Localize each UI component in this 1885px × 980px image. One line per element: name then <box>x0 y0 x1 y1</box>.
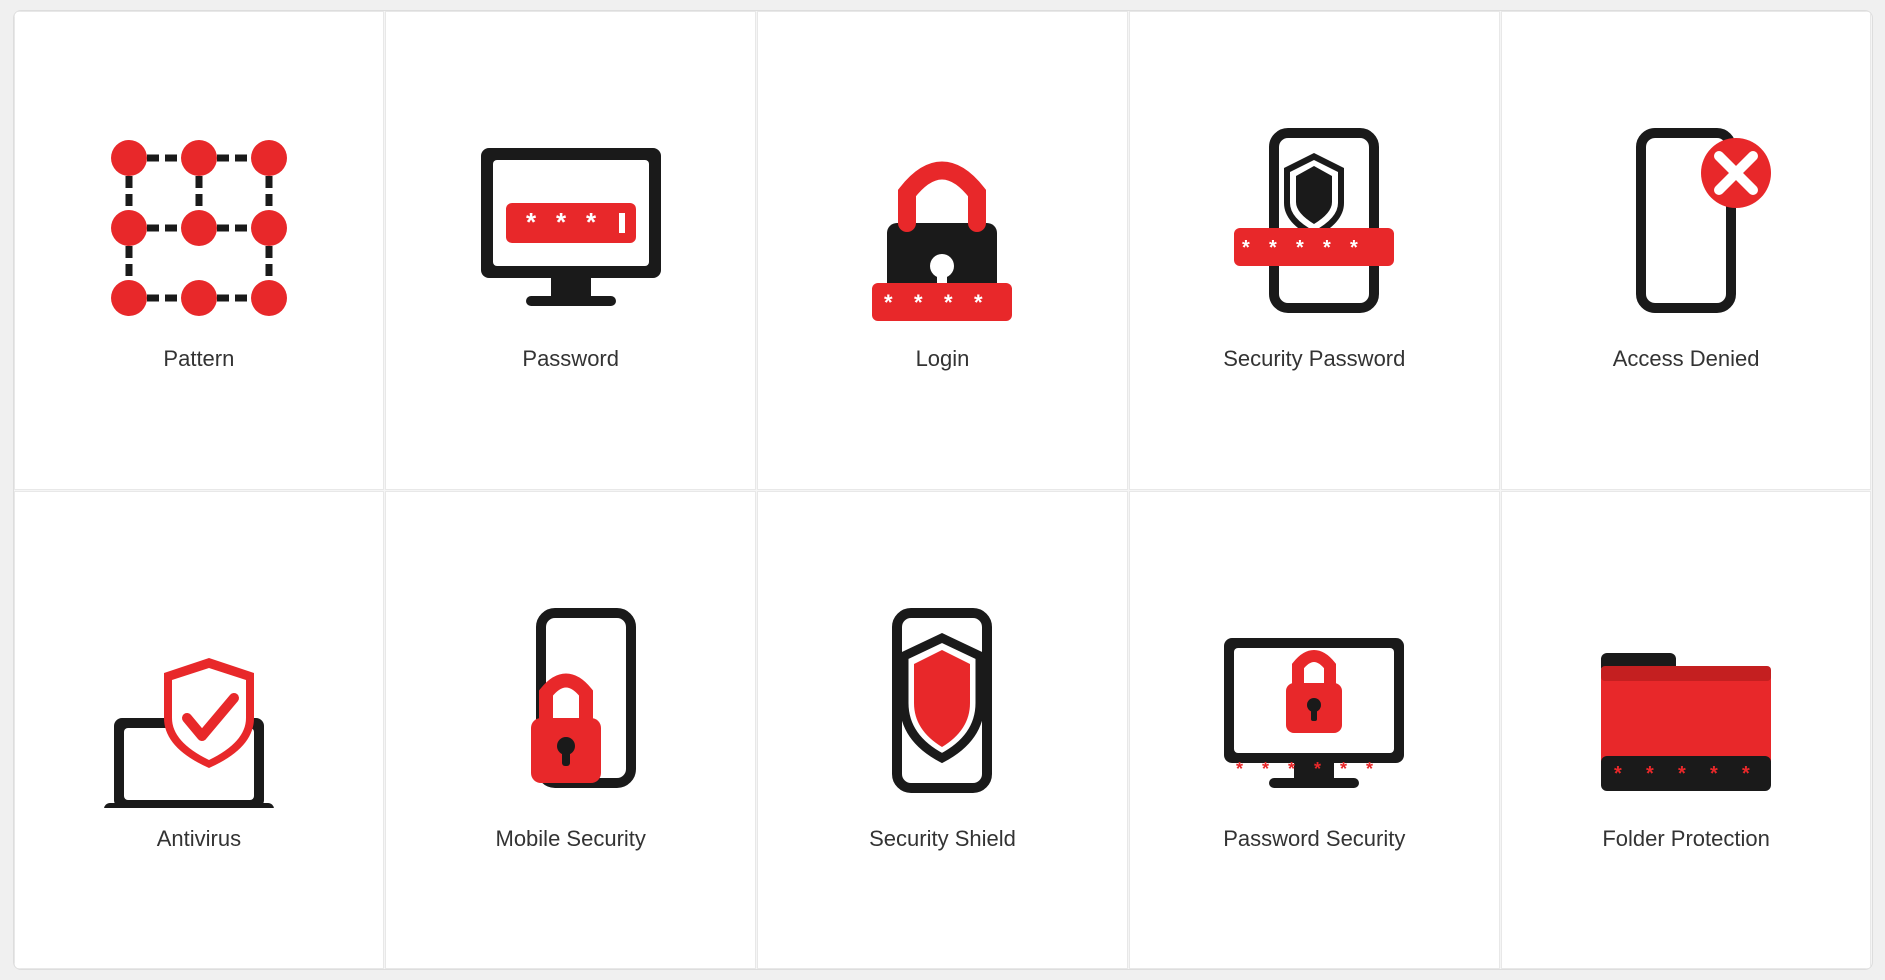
security-password-label: Security Password <box>1223 346 1405 372</box>
svg-text:*: * <box>1350 237 1358 259</box>
svg-text:*: * <box>1314 759 1321 779</box>
svg-text:*: * <box>1614 763 1622 785</box>
icon-cell-pattern: Pattern <box>14 11 385 490</box>
svg-text:*: * <box>1366 759 1373 779</box>
antivirus-label: Antivirus <box>157 826 241 852</box>
icon-grid: Pattern * * * Password <box>13 10 1873 970</box>
svg-text:*: * <box>1646 763 1654 785</box>
folder-protection-icon: * * * * * <box>1586 608 1786 808</box>
svg-text:*: * <box>526 207 537 237</box>
svg-text:*: * <box>1262 759 1269 779</box>
password-icon: * * * <box>471 128 671 328</box>
security-shield-icon <box>842 608 1042 808</box>
access-denied-icon <box>1586 128 1786 328</box>
svg-text:*: * <box>1236 759 1243 779</box>
svg-text:*: * <box>1269 237 1277 259</box>
svg-text:*: * <box>1340 759 1347 779</box>
icon-cell-folder-protection: * * * * * Folder Protection <box>1501 491 1872 970</box>
security-password-icon: * * * * * <box>1214 128 1414 328</box>
icon-cell-security-password: * * * * * Security Password <box>1129 11 1500 490</box>
icon-cell-access-denied: Access Denied <box>1501 11 1872 490</box>
svg-text:*: * <box>884 290 893 315</box>
svg-text:*: * <box>1323 237 1331 259</box>
folder-protection-label: Folder Protection <box>1602 826 1770 852</box>
svg-text:*: * <box>1678 763 1686 785</box>
password-security-icon: * * * * * * <box>1214 608 1414 808</box>
svg-text:*: * <box>974 290 983 315</box>
svg-text:*: * <box>914 290 923 315</box>
svg-text:*: * <box>556 207 567 237</box>
icon-cell-login: * * * * Login <box>757 11 1128 490</box>
icon-cell-mobile-security: Mobile Security <box>385 491 756 970</box>
access-denied-label: Access Denied <box>1613 346 1760 372</box>
icon-cell-antivirus: Antivirus <box>14 491 385 970</box>
svg-text:*: * <box>1296 237 1304 259</box>
svg-text:*: * <box>1710 763 1718 785</box>
svg-text:*: * <box>1742 763 1750 785</box>
icon-cell-password: * * * Password <box>385 11 756 490</box>
svg-text:*: * <box>944 290 953 315</box>
pattern-label: Pattern <box>163 346 234 372</box>
antivirus-icon <box>99 608 299 808</box>
login-icon: * * * * <box>842 128 1042 328</box>
mobile-security-icon <box>471 608 671 808</box>
login-label: Login <box>916 346 970 372</box>
icon-cell-security-shield: Security Shield <box>757 491 1128 970</box>
password-label: Password <box>522 346 619 372</box>
pattern-icon <box>99 128 299 328</box>
password-security-label: Password Security <box>1223 826 1405 852</box>
svg-text:*: * <box>1242 237 1250 259</box>
security-shield-label: Security Shield <box>869 826 1016 852</box>
icon-cell-password-security: * * * * * * Password Security <box>1129 491 1500 970</box>
svg-text:*: * <box>586 207 597 237</box>
svg-text:*: * <box>1288 759 1295 779</box>
mobile-security-label: Mobile Security <box>496 826 646 852</box>
